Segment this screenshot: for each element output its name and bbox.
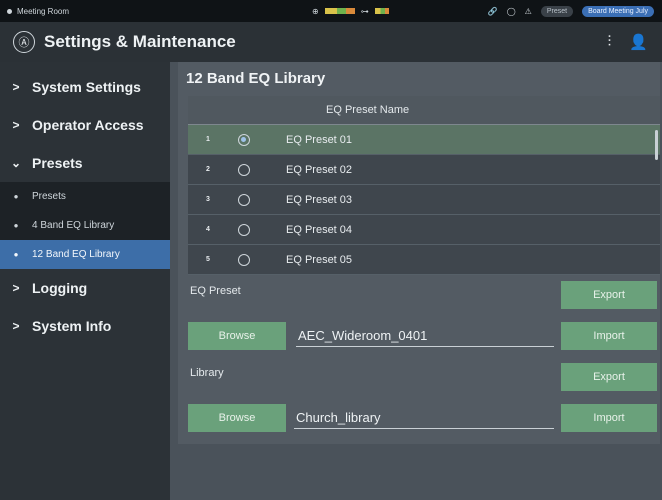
library-browse-button[interactable]: Browse [188, 404, 286, 432]
radio-icon[interactable] [238, 223, 250, 236]
row-number: 5 [206, 256, 210, 263]
sidebar-item-label: Operator Access [32, 117, 144, 133]
scene-dropdown[interactable]: Board Meeting July [582, 5, 654, 17]
row-number: 2 [206, 166, 210, 173]
sidebar-subitem-label: Presets [32, 191, 66, 202]
sidebar-item-label: System Settings [32, 79, 141, 95]
table-row[interactable]: 1 EQ Preset 01 [188, 125, 660, 155]
level-meters: ⊕ ⊶ [312, 0, 389, 22]
table-row[interactable]: 2 EQ Preset 02 [188, 155, 660, 185]
sidebar-subitem-presets[interactable]: ● Presets [0, 182, 170, 211]
table-row[interactable]: 5 EQ Preset 05 [188, 245, 660, 275]
chevron-right-icon: > [12, 118, 20, 132]
table-row[interactable]: 4 EQ Preset 04 [188, 215, 660, 245]
chevron-down-icon: ⌄ [10, 156, 22, 170]
eq-preset-import-button[interactable]: Import [561, 322, 657, 350]
link-icon[interactable]: 🔗 [488, 7, 498, 16]
bullet-icon: ● [13, 221, 19, 230]
table-row[interactable]: 3 EQ Preset 03 [188, 185, 660, 215]
preset-name: EQ Preset 02 [286, 163, 353, 176]
library-import-button[interactable]: Import [561, 404, 657, 432]
sidebar-subitem-label: 12 Band EQ Library [32, 249, 120, 260]
page-title: Settings & Maintenance [44, 32, 236, 51]
eq-preset-file-field[interactable]: AEC_Wideroom_0401 [296, 324, 554, 347]
sidebar-item-system-info[interactable]: > System Info [0, 307, 170, 345]
library-file-field[interactable]: Church_library [294, 406, 554, 429]
eq-preset-label: EQ Preset [190, 285, 241, 297]
row-number: 3 [206, 196, 210, 203]
section-title: 12 Band EQ Library [186, 70, 326, 87]
sidebar-item-label: System Info [32, 318, 112, 334]
radio-icon[interactable] [238, 163, 250, 176]
preset-name: EQ Preset 05 [286, 253, 353, 266]
library-export-button[interactable]: Export [561, 363, 657, 391]
row-number: 1 [206, 136, 210, 143]
row-number: 4 [206, 226, 210, 233]
output-icon: ⊶ [360, 6, 369, 16]
bullet-icon: ● [13, 192, 19, 201]
status-bar: Meeting Room ⊕ ⊶ 🔗 ◯ ⚠ Preset Board Meet… [0, 0, 662, 22]
user-icon[interactable]: 👤 [629, 33, 648, 51]
chevron-right-icon: > [12, 319, 20, 333]
content-panel: 12 Band EQ Library EQ Preset Name 1 EQ P… [178, 62, 660, 444]
preset-name: EQ Preset 01 [286, 133, 353, 146]
sidebar-item-label: Presets [32, 155, 83, 171]
mixer-settings-icon[interactable]: ⫶ [608, 33, 612, 51]
room-name: Meeting Room [17, 6, 70, 16]
preset-button[interactable]: Preset [540, 5, 574, 17]
warning-icon[interactable]: ⚠ [525, 7, 532, 16]
preset-name: EQ Preset 03 [286, 193, 353, 206]
output-meter [374, 8, 389, 14]
sidebar-subitem-label: 4 Band EQ Library [32, 220, 115, 231]
sidebar-subitem-12-band-eq-library[interactable]: ● 12 Band EQ Library [0, 240, 170, 269]
table-scrollbar[interactable] [655, 130, 658, 160]
sidebar-subitem-4-band-eq-library[interactable]: ● 4 Band EQ Library [0, 211, 170, 240]
sidebar-item-label: Logging [32, 280, 88, 296]
sidebar-item-presets[interactable]: ⌄ Presets [0, 144, 170, 182]
eq-preset-browse-button[interactable]: Browse [188, 322, 286, 350]
input-meter [324, 8, 355, 14]
status-dot-icon [7, 8, 12, 14]
brand-logo-icon: Ⓐ [13, 31, 35, 53]
library-label: Library [190, 367, 224, 379]
preset-name: EQ Preset 04 [286, 223, 353, 236]
chevron-right-icon: > [12, 281, 20, 295]
chevron-right-icon: > [12, 80, 20, 94]
sidebar-item-system-settings[interactable]: > System Settings [0, 68, 170, 106]
app-header: Ⓐ Settings & Maintenance ⫶ 👤 [0, 22, 662, 62]
sidebar-item-logging[interactable]: > Logging [0, 269, 170, 307]
input-icon: ⊕ [312, 6, 319, 16]
radio-icon[interactable] [238, 253, 250, 266]
radio-selected-icon[interactable] [238, 133, 250, 146]
bullet-icon: ● [13, 250, 19, 259]
table-header: EQ Preset Name [188, 96, 660, 125]
column-header-name: EQ Preset Name [326, 104, 410, 116]
eq-preset-export-button[interactable]: Export [561, 281, 657, 309]
radio-icon[interactable] [238, 193, 250, 206]
sidebar: > System Settings > Operator Access ⌄ Pr… [0, 62, 170, 500]
sidebar-item-operator-access[interactable]: > Operator Access [0, 106, 170, 144]
toggle-icon[interactable]: ◯ [507, 7, 516, 16]
